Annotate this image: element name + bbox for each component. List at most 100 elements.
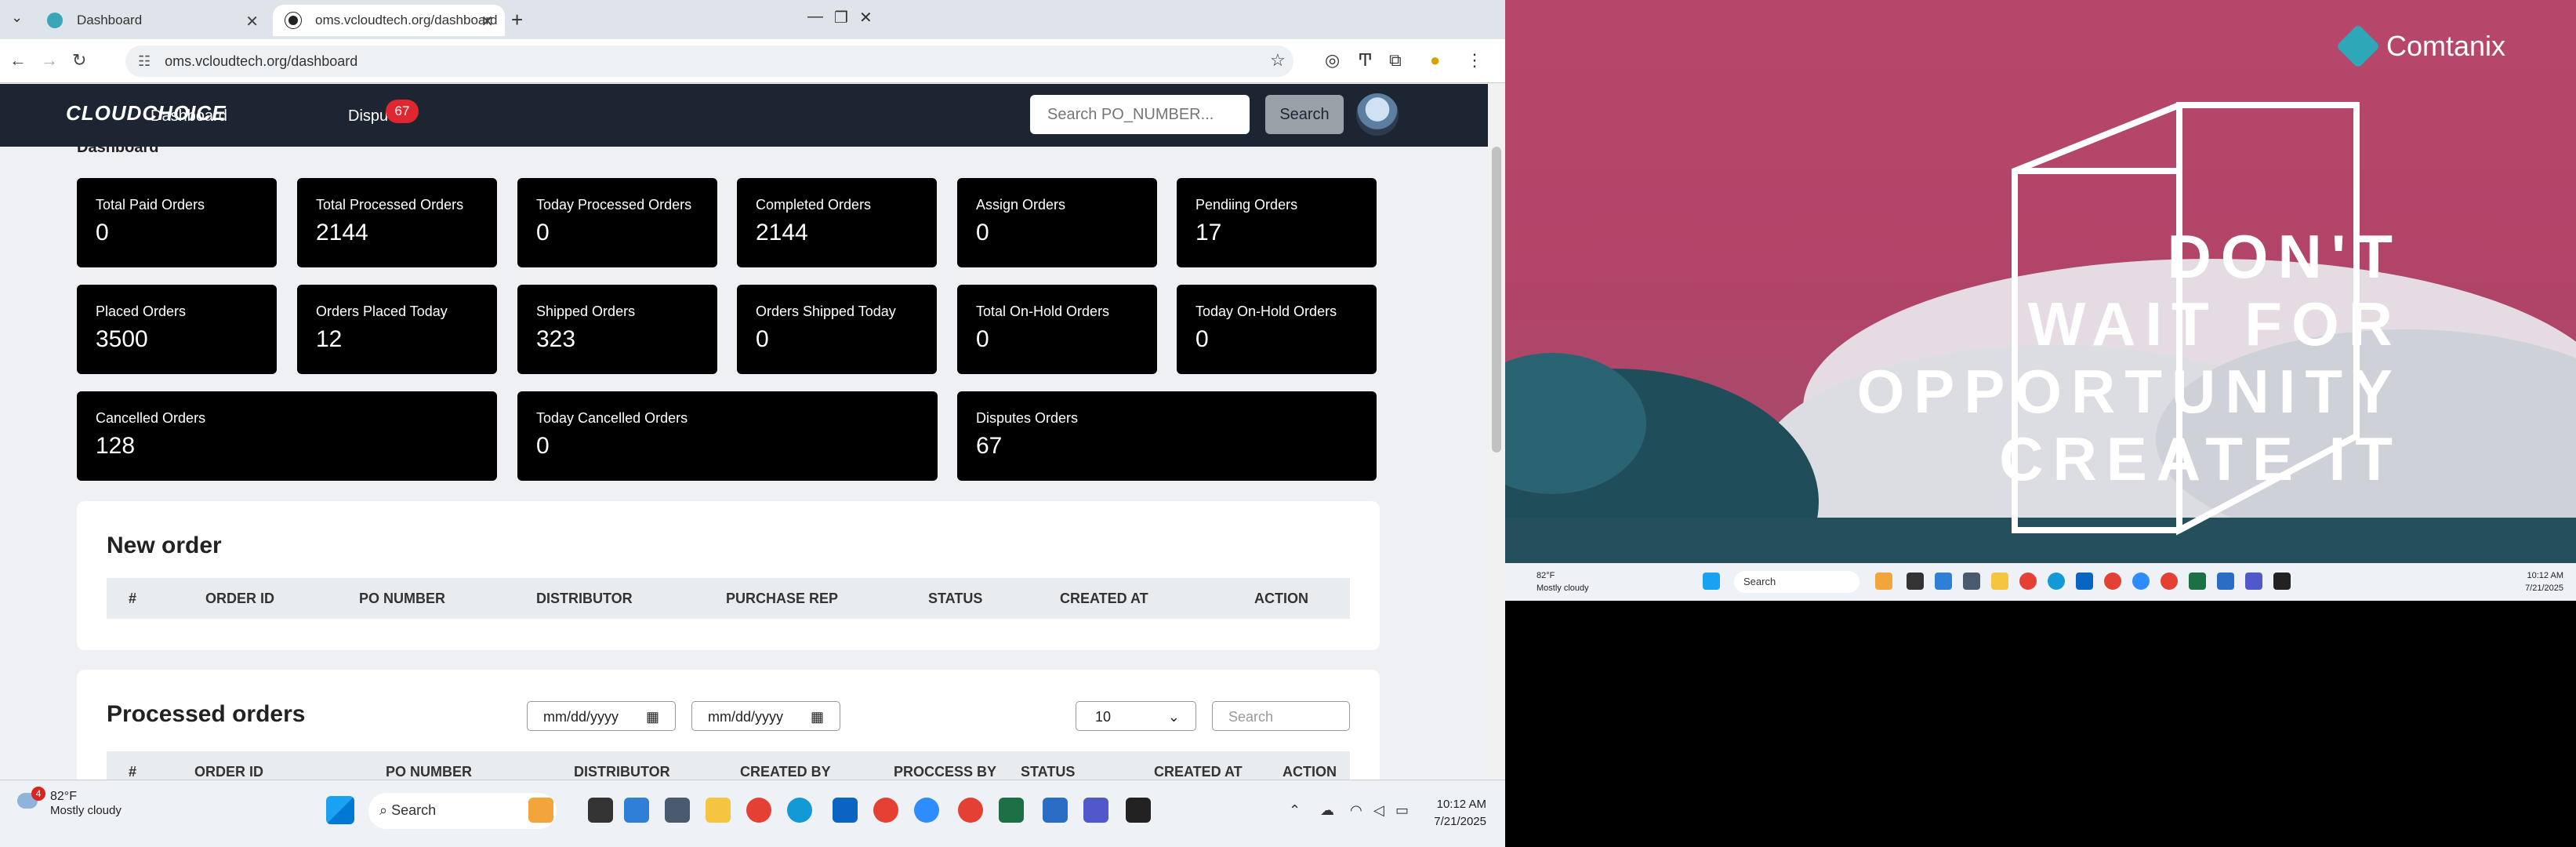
wifi-icon[interactable]: ◠ <box>1350 802 1362 819</box>
remote-chrome-alt-icon[interactable] <box>2161 573 2178 590</box>
profile-icon[interactable]: ● <box>1430 50 1440 71</box>
remote-teams-icon[interactable] <box>2245 573 2262 590</box>
new-order-table-header: # ORDER ID PO NUMBER DISTRIBUTOR PURCHAS… <box>107 578 1350 619</box>
card-today-on-hold-orders[interactable]: Today On-Hold Orders 0 <box>1177 285 1377 374</box>
card-cancelled-orders[interactable]: Cancelled Orders 128 <box>77 391 497 481</box>
edge-icon[interactable] <box>787 798 812 823</box>
windows-start-icon[interactable] <box>326 796 354 824</box>
tab-favicon-icon <box>47 13 63 28</box>
chrome-alt-icon[interactable] <box>958 798 983 823</box>
forward-icon[interactable]: → <box>41 50 58 71</box>
calendar-icon[interactable]: ▦ <box>811 709 824 725</box>
remote-chrome-icon[interactable] <box>2019 573 2037 590</box>
remote-calculator-icon[interactable] <box>1963 573 1980 590</box>
page-size-select[interactable]: 10 ⌄ <box>1076 701 1196 731</box>
date-to-input[interactable]: mm/dd/yyyy ▦ <box>691 701 840 731</box>
extensions-puzzle-icon[interactable]: ⧉ <box>1389 50 1402 71</box>
remote-edge-icon[interactable] <box>2048 573 2065 590</box>
tab-oms-dashboard[interactable]: oms.vcloudtech.org/dashboard ✕ <box>273 5 505 36</box>
sticky-notes-icon[interactable] <box>1126 798 1151 823</box>
chrome-icon[interactable] <box>746 798 771 823</box>
remote-start-icon[interactable] <box>1703 573 1720 590</box>
card-total-processed-orders[interactable]: Total Processed Orders 2144 <box>297 178 497 267</box>
card-value: 128 <box>96 433 136 459</box>
remote-search[interactable]: Search <box>1734 571 1859 593</box>
user-avatar[interactable] <box>1356 93 1399 136</box>
remote-explorer-icon[interactable] <box>1991 573 2008 590</box>
back-icon[interactable]: ← <box>9 50 27 71</box>
card-pending-orders[interactable]: Pendiing Orders 17 <box>1177 178 1377 267</box>
card-label: Total Paid Orders <box>96 197 205 213</box>
card-orders-shipped-today[interactable]: Orders Shipped Today 0 <box>737 285 937 374</box>
weather-widget[interactable]: 4 82°F Mostly cloudy <box>17 787 122 817</box>
po-search-input[interactable] <box>1030 95 1250 134</box>
tab-dashboard[interactable]: Dashboard ✕ <box>34 5 270 36</box>
remote-terminal-icon[interactable] <box>1907 573 1924 590</box>
system-clock[interactable]: 10:12 AM 7/21/2025 <box>1380 796 1486 831</box>
remote-sticky-notes-icon[interactable] <box>2273 573 2291 590</box>
card-completed-orders[interactable]: Completed Orders 2144 <box>737 178 937 267</box>
reader-icon[interactable]: Ͳ <box>1358 50 1373 71</box>
clock-time: 10:12 AM <box>1436 798 1486 811</box>
site-info-icon[interactable]: ☷ <box>138 53 151 70</box>
remote-outlook-icon[interactable] <box>2076 573 2093 590</box>
card-value: 0 <box>976 326 989 352</box>
extension-icon[interactable]: ◎ <box>1325 50 1340 71</box>
remote-chrome-profile-icon[interactable] <box>2104 573 2121 590</box>
card-label: Orders Placed Today <box>316 304 448 319</box>
browser-menu-icon[interactable]: ⋮ <box>1466 50 1483 71</box>
close-tab-icon[interactable]: ✕ <box>245 12 259 31</box>
remote-globe-icon[interactable] <box>1935 573 1952 590</box>
chevron-up-icon[interactable]: ⌃ <box>1289 802 1301 819</box>
excel-icon[interactable] <box>999 798 1024 823</box>
card-label: Disputes Orders <box>976 410 1079 426</box>
restore-icon[interactable]: ❐ <box>834 8 848 27</box>
card-total-on-hold-orders[interactable]: Total On-Hold Orders 0 <box>957 285 1157 374</box>
remote-condition: Mostly cloudy <box>1537 583 1589 593</box>
page-scrollbar[interactable] <box>1488 84 1505 780</box>
tab-list-icon[interactable]: ⌄ <box>11 9 23 26</box>
remote-zoom-icon[interactable] <box>2132 573 2150 590</box>
url-field[interactable]: ☷ oms.vcloudtech.org/dashboard <box>125 45 1293 77</box>
remote-desktop-icon[interactable] <box>1043 798 1068 823</box>
close-window-icon[interactable]: ✕ <box>859 8 873 27</box>
zoom-icon[interactable] <box>914 798 939 823</box>
nav-dashboard[interactable]: Dashboard <box>151 107 227 125</box>
date-from-input[interactable]: mm/dd/yyyy ▦ <box>527 701 676 731</box>
search-button[interactable]: Search <box>1265 95 1344 134</box>
remote-copilot-icon[interactable] <box>1875 573 1892 590</box>
remote-excel-icon[interactable] <box>2189 573 2206 590</box>
card-today-cancelled-orders[interactable]: Today Cancelled Orders 0 <box>517 391 938 481</box>
file-explorer-icon[interactable] <box>706 798 731 823</box>
calendar-icon[interactable]: ▦ <box>646 709 659 725</box>
card-total-paid-orders[interactable]: Total Paid Orders 0 <box>77 178 277 267</box>
new-tab-icon[interactable]: + <box>511 8 523 32</box>
col-process-by: PROCCESS BY <box>894 764 997 780</box>
remote-desktop-view[interactable]: Comtanix DON'T WAIT FOR OPPORTUNITY CREA… <box>1505 0 2576 847</box>
reload-icon[interactable]: ↻ <box>72 50 86 71</box>
processed-orders-panel: Processed orders mm/dd/yyyy ▦ mm/dd/yyyy… <box>77 670 1380 780</box>
close-tab-icon[interactable]: ✕ <box>481 12 494 31</box>
desktop-wallpaper: Comtanix DON'T WAIT FOR OPPORTUNITY CREA… <box>1505 0 2576 563</box>
onedrive-icon[interactable]: ☁ <box>1320 802 1334 819</box>
outlook-icon[interactable] <box>833 798 858 823</box>
copilot-icon[interactable] <box>528 798 553 823</box>
remote-rdp-icon[interactable] <box>2217 573 2234 590</box>
col-order-id: ORDER ID <box>194 764 264 780</box>
card-today-processed-orders[interactable]: Today Processed Orders 0 <box>517 178 717 267</box>
minimize-icon[interactable]: — <box>807 8 823 26</box>
terminal-icon[interactable] <box>588 798 613 823</box>
card-shipped-orders[interactable]: Shipped Orders 323 <box>517 285 717 374</box>
card-placed-orders[interactable]: Placed Orders 3500 <box>77 285 277 374</box>
globe-icon[interactable] <box>624 798 649 823</box>
scrollbar-thumb[interactable] <box>1492 147 1501 453</box>
card-assign-orders[interactable]: Assign Orders 0 <box>957 178 1157 267</box>
nav-disputes[interactable]: Dispu <box>348 107 388 125</box>
chrome-profile-icon[interactable] <box>873 798 898 823</box>
processed-search-input[interactable]: Search <box>1212 701 1350 731</box>
calculator-icon[interactable] <box>665 798 690 823</box>
teams-icon[interactable] <box>1083 798 1108 823</box>
card-disputes-orders[interactable]: Disputes Orders 67 <box>957 391 1377 481</box>
bookmark-star-icon[interactable]: ☆ <box>1270 50 1286 71</box>
card-orders-placed-today[interactable]: Orders Placed Today 12 <box>297 285 497 374</box>
